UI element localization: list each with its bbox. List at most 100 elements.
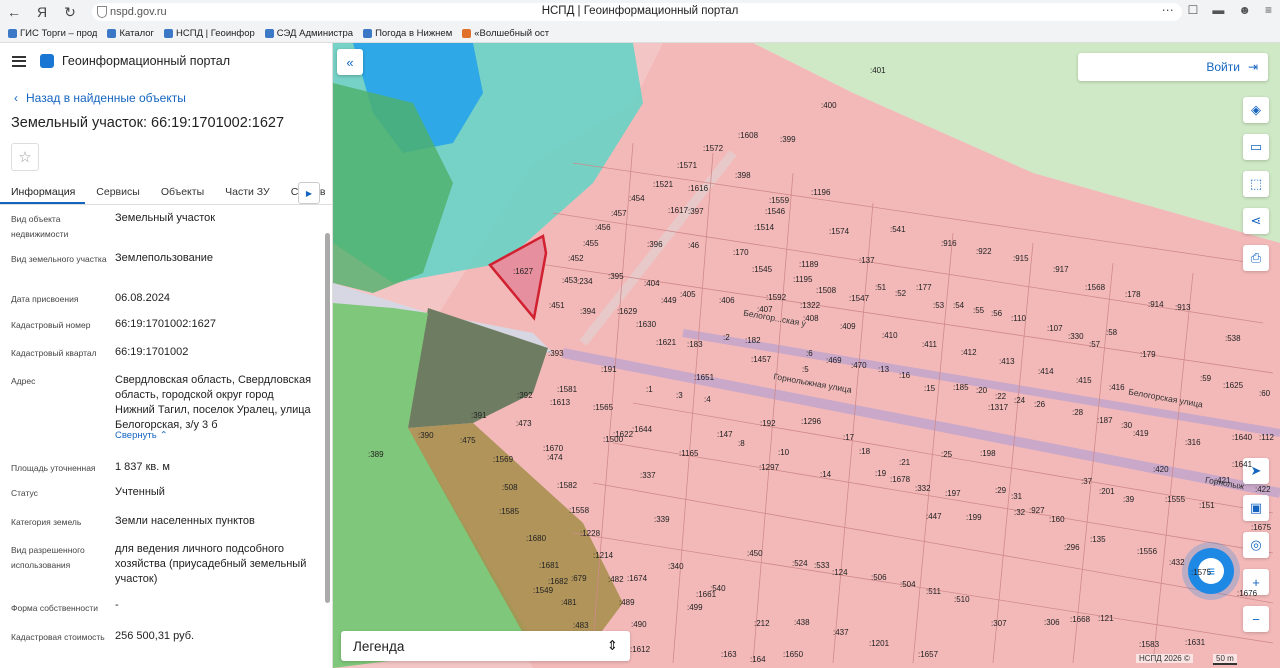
bookmark-gis-torgi[interactable]: ГИС Торги – прод <box>8 28 97 39</box>
parcel-label[interactable]: :1641 <box>1232 460 1252 469</box>
parcel-label[interactable]: :395 <box>608 272 624 281</box>
zoom-out-button[interactable]: − <box>1243 606 1269 632</box>
print-icon[interactable]: ⎙ <box>1243 245 1269 271</box>
parcel-label[interactable]: :51 <box>875 283 886 292</box>
parcel-label[interactable]: :396 <box>647 240 663 249</box>
parcel-label[interactable]: :421 <box>1215 476 1231 485</box>
parcel-label[interactable]: :340 <box>668 562 684 571</box>
tabs-next-chevron-icon[interactable]: ▶ <box>298 182 320 204</box>
parcel-label[interactable]: :511 <box>926 587 941 596</box>
parcel-label[interactable]: :28 <box>1072 408 1083 417</box>
tab-objects[interactable]: Объекты <box>150 183 214 204</box>
parcel-label[interactable]: :1680 <box>526 534 546 543</box>
parcel-label[interactable]: :1682 <box>548 577 568 586</box>
parcel-label[interactable]: :1555 <box>1165 495 1185 504</box>
parcel-label[interactable]: :1322 <box>800 301 820 310</box>
parcel-label[interactable]: :60 <box>1259 389 1270 398</box>
parcel-label[interactable]: :337 <box>640 471 656 480</box>
parcel-label[interactable]: :409 <box>840 322 856 331</box>
parcel-label[interactable]: :1617 <box>668 206 688 215</box>
parcel-label[interactable]: :1514 <box>754 223 774 232</box>
parcel-label[interactable]: :1630 <box>636 320 656 329</box>
share-icon[interactable]: ⋖ <box>1243 208 1269 234</box>
parcel-label[interactable]: :391 <box>471 411 487 420</box>
parcel-label[interactable]: :53 <box>933 301 944 310</box>
parcel-label[interactable]: :1572 <box>703 144 723 153</box>
parcel-label[interactable]: :406 <box>719 296 735 305</box>
parcel-label[interactable]: :1 <box>646 385 653 394</box>
parcel-label[interactable]: :1165 <box>679 449 698 458</box>
parcel-label[interactable]: :316 <box>1185 438 1201 447</box>
parcel-label[interactable]: :1581 <box>557 385 577 394</box>
parcel-label[interactable]: :456 <box>595 223 611 232</box>
parcel-label[interactable]: :408 <box>803 314 819 323</box>
downloads-icon[interactable]: ▬ <box>1212 3 1224 17</box>
parcel-label[interactable]: :22 <box>995 392 1006 401</box>
parcel-label[interactable]: :31 <box>1011 492 1022 501</box>
parcel-label[interactable]: :1546 <box>765 207 785 216</box>
bookmark-sed[interactable]: СЭД Администра <box>264 28 353 39</box>
parcel-label[interactable]: :1457 <box>751 355 771 364</box>
parcel-label[interactable]: :1625 <box>1223 381 1243 390</box>
parcel-label[interactable]: :1569 <box>493 455 513 464</box>
bookmark-volshebny[interactable]: «Волшебный ост <box>462 28 549 39</box>
parcel-label[interactable]: :32 <box>1014 508 1025 517</box>
parcel-label[interactable]: :54 <box>953 301 964 310</box>
parcel-label[interactable]: :137 <box>859 256 875 265</box>
parcel-label[interactable]: :524 <box>792 559 808 568</box>
parcel-label[interactable]: :469 <box>826 356 842 365</box>
select-area-icon[interactable]: ⬚ <box>1243 171 1269 197</box>
address-bar[interactable]: nspd.gov.ru <box>92 3 1182 21</box>
parcel-label[interactable]: :449 <box>661 296 677 305</box>
menu-icon[interactable]: ≡ <box>1265 3 1272 17</box>
parcel-label[interactable]: :1616 <box>688 184 708 193</box>
parcel-label[interactable]: :52 <box>895 289 906 298</box>
bookmark-icon[interactable]: ☐ <box>1188 3 1199 17</box>
parcel-label[interactable]: :412 <box>961 348 977 357</box>
minimap-icon[interactable]: ▣ <box>1243 495 1269 521</box>
parcel-label[interactable]: :474 <box>547 453 563 462</box>
parcel-label[interactable]: :58 <box>1106 328 1117 337</box>
parcel-label[interactable]: :916 <box>941 239 957 248</box>
parcel-label[interactable]: :432 <box>1169 558 1185 567</box>
parcel-label[interactable]: :306 <box>1044 618 1060 627</box>
parcel-label[interactable]: :397 <box>688 207 704 216</box>
parcel-label[interactable]: :1508 <box>816 286 836 295</box>
bookmark-catalog[interactable]: Каталог <box>107 28 154 39</box>
parcel-label[interactable]: :112 <box>1259 433 1274 442</box>
parcel-label[interactable]: :46 <box>688 241 699 250</box>
parcel-label[interactable]: :922 <box>976 247 992 256</box>
parcel-label[interactable]: :914 <box>1148 300 1164 309</box>
parcel-label[interactable]: :1296 <box>801 417 821 426</box>
parcel-label[interactable]: :37 <box>1081 477 1092 486</box>
parcel-label[interactable]: :124 <box>832 568 848 577</box>
parcel-label[interactable]: :1651 <box>694 373 714 382</box>
parcel-label[interactable]: :917 <box>1053 265 1069 274</box>
parcel-label[interactable]: :1661 <box>696 590 716 599</box>
parcel-label[interactable]: :147 <box>717 430 733 439</box>
parcel-label[interactable]: :927 <box>1029 506 1045 515</box>
parcel-label[interactable]: :26 <box>1034 400 1045 409</box>
cadastral-map[interactable]: « Войти ⇥ ◈ ▭ ⬚ ⋖ ⎙ ➤ ▣ ◎ + − ≡ Легенда … <box>333 43 1280 668</box>
parcel-label[interactable]: :419 <box>1133 429 1149 438</box>
parcel-label[interactable]: :1612 <box>630 645 650 654</box>
parcel-label[interactable]: :437 <box>833 628 849 637</box>
parcel-label[interactable]: :19 <box>875 469 886 478</box>
parcel-label[interactable]: :1228 <box>580 529 600 538</box>
collapse-panel-button[interactable]: « <box>337 49 363 75</box>
parcel-label[interactable]: :482 <box>608 575 624 584</box>
collapse-link[interactable]: Свернуть ⌃ <box>115 428 315 443</box>
parcel-label[interactable]: :390 <box>418 431 434 440</box>
parcel-label[interactable]: :178 <box>1125 290 1141 299</box>
parcel-label[interactable]: :1571 <box>677 161 697 170</box>
back-arrow-icon[interactable]: ← <box>0 0 28 24</box>
parcel-label[interactable]: :415 <box>1076 376 1092 385</box>
parcel-label[interactable]: :453 <box>562 276 578 285</box>
back-to-results-link[interactable]: ‹ Назад в найденные объекты <box>0 91 332 105</box>
favorite-star-icon[interactable]: ☆ <box>11 143 39 171</box>
parcel-label[interactable]: :192 <box>760 419 776 428</box>
parcel-label[interactable]: :416 <box>1109 383 1125 392</box>
parcel-label[interactable]: :393 <box>548 349 564 358</box>
parcel-label[interactable]: :201 <box>1099 487 1115 496</box>
parcel-label[interactable]: :1621 <box>656 338 676 347</box>
